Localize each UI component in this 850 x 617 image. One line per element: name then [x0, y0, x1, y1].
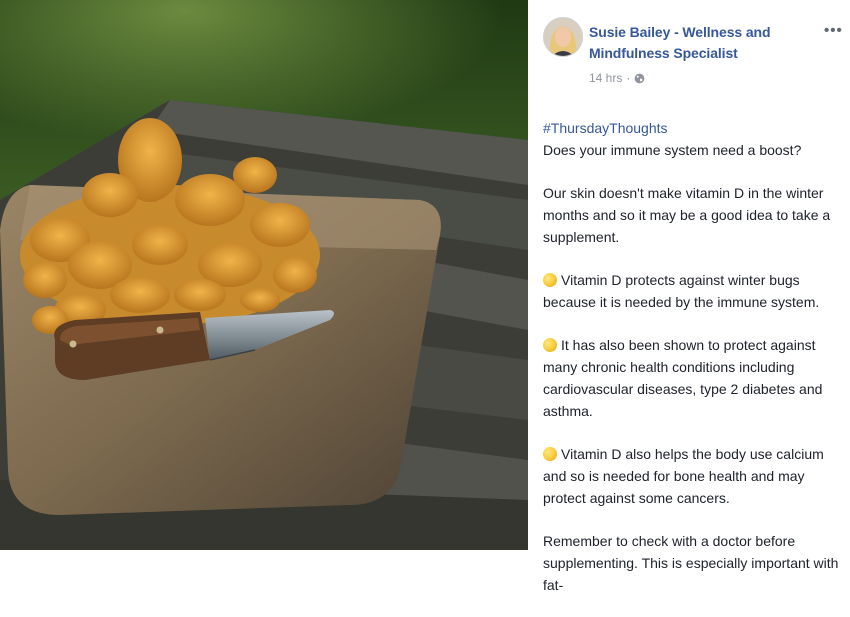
yellow-circle-emoji-icon: [543, 273, 557, 287]
author-avatar[interactable]: [543, 17, 583, 57]
photo-image: [0, 0, 528, 550]
yellow-circle-emoji-icon: [543, 447, 557, 461]
author-name[interactable]: Susie Bailey - Wellness and Mindfulness …: [589, 22, 789, 64]
more-options-icon[interactable]: •••: [824, 22, 843, 39]
post-body: #ThursdayThoughts Does your immune syste…: [543, 117, 839, 617]
post-bullet: Vitamin D also helps the body use calciu…: [543, 446, 824, 506]
yellow-circle-emoji-icon: [543, 338, 557, 352]
post-paragraph: Remember to check with a doctor before s…: [543, 533, 839, 593]
post-paragraph: Does your immune system need a boost?: [543, 142, 802, 158]
post-photo[interactable]: [0, 0, 528, 550]
post-hashtag[interactable]: #ThursdayThoughts: [543, 117, 839, 139]
post-meta: 14 hrs ·: [589, 71, 645, 85]
post-paragraph: Our skin doesn't make vitamin D in the w…: [543, 185, 831, 245]
globe-icon[interactable]: [634, 73, 645, 84]
timestamp[interactable]: 14 hrs: [589, 71, 622, 85]
post-bullet: It has also been shown to protect agains…: [543, 337, 823, 419]
post-bullet: Vitamin D protects against winter bugs b…: [543, 272, 820, 310]
